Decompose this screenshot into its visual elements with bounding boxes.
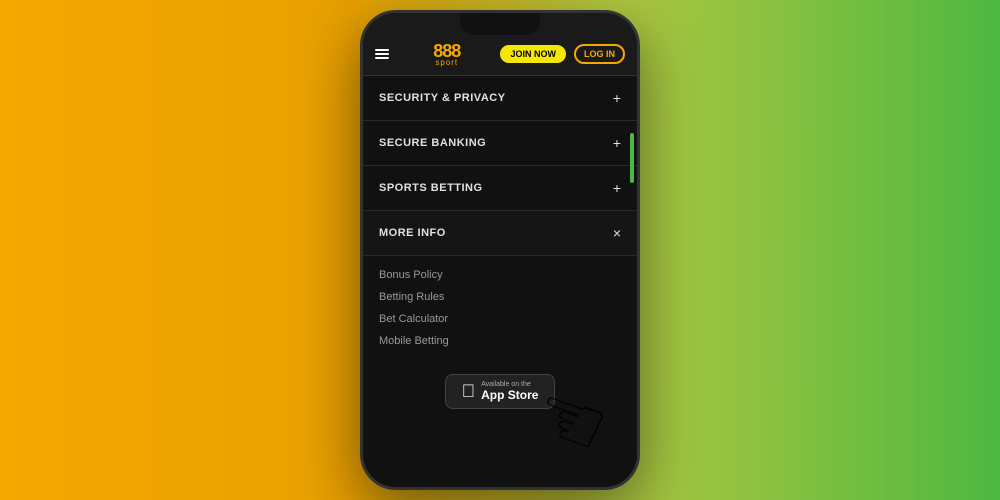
more-info-expanded: Bonus Policy Betting Rules Bet Calculato… — [363, 256, 637, 364]
accordion-item-banking[interactable]: SECURE BANKING + — [363, 121, 637, 166]
accordion-icon-banking: + — [613, 135, 621, 151]
scroll-indicator — [630, 133, 634, 183]
link-bonus-policy[interactable]: Bonus Policy — [379, 264, 621, 286]
login-button[interactable]: LOG IN — [574, 44, 625, 64]
app-store-area:  Available on the App Store — [363, 364, 637, 419]
phone-notch — [460, 13, 540, 35]
accordion-label-sports: SPORTS BETTING — [379, 182, 483, 194]
accordion-item-more[interactable]: MORE INFO × — [363, 211, 637, 256]
accordion-item-sports[interactable]: SPORTS BETTING + — [363, 166, 637, 211]
logo-sport: sport — [435, 58, 458, 67]
menu-icon[interactable] — [375, 49, 393, 59]
phone-wrapper: 888 sport JOIN NOW LOG IN SECURITY & PRI… — [360, 10, 640, 490]
accordion-item-security[interactable]: SECURITY & PRIVACY + — [363, 76, 637, 121]
logo-container: 888 sport — [401, 41, 492, 67]
accordion-label-more: MORE INFO — [379, 227, 446, 239]
accordion-label-security: SECURITY & PRIVACY — [379, 92, 506, 104]
available-on-label: Available on the — [481, 381, 538, 388]
phone-device: 888 sport JOIN NOW LOG IN SECURITY & PRI… — [360, 10, 640, 490]
link-bet-calculator[interactable]: Bet Calculator — [379, 308, 621, 330]
app-store-button[interactable]:  Available on the App Store — [445, 374, 556, 409]
app-store-name: App Store — [481, 388, 538, 402]
accordion-label-banking: SECURE BANKING — [379, 137, 486, 149]
join-now-button[interactable]: JOIN NOW — [500, 45, 566, 63]
accordion-list: SECURITY & PRIVACY + SECURE BANKING + SP… — [363, 76, 637, 487]
link-betting-rules[interactable]: Betting Rules — [379, 286, 621, 308]
phone-content: 888 sport JOIN NOW LOG IN SECURITY & PRI… — [363, 13, 637, 487]
accordion-icon-sports: + — [613, 180, 621, 196]
link-mobile-betting[interactable]: Mobile Betting — [379, 330, 621, 352]
app-store-text: Available on the App Store — [481, 381, 538, 402]
accordion-icon-more: × — [613, 225, 621, 241]
apple-icon:  — [462, 381, 476, 402]
hamburger-icon — [375, 49, 389, 59]
accordion-icon-security: + — [613, 90, 621, 106]
